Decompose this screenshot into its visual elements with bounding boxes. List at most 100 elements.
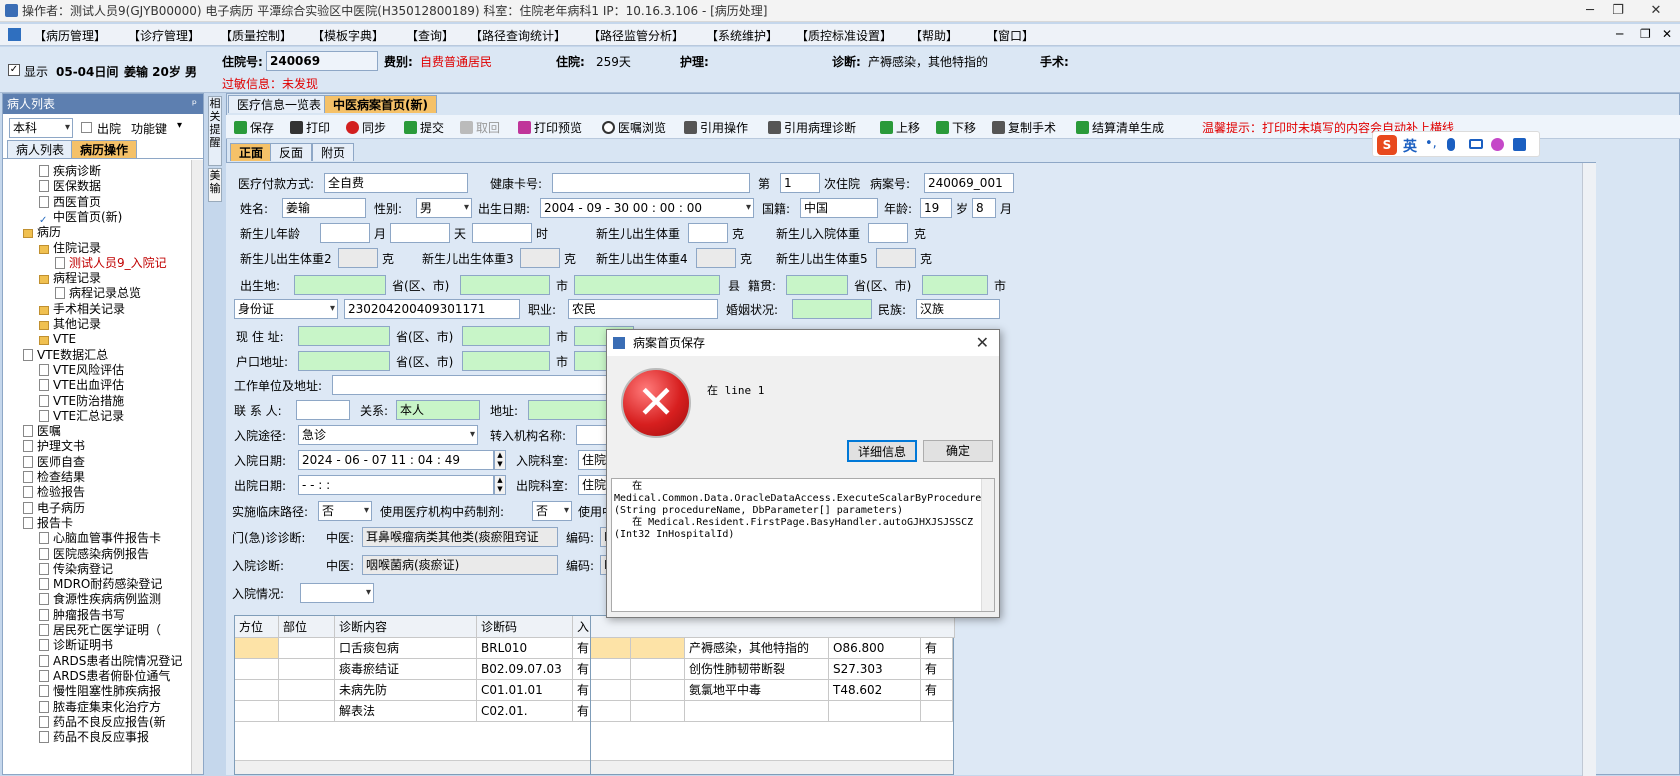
gender-select[interactable]: 男 — [416, 198, 472, 218]
order-browse-button[interactable]: 医嘱浏览 — [602, 119, 666, 136]
grid-right-cell[interactable] — [921, 701, 953, 722]
keyboard-icon[interactable] — [1469, 139, 1483, 149]
grid-left-cell[interactable]: 解表法 — [335, 701, 477, 722]
tab-record-ops[interactable]: 病历操作 — [71, 140, 138, 158]
newborn-age-month-field[interactable] — [320, 223, 370, 243]
age-months-field[interactable]: 8 — [972, 198, 996, 218]
discharge-date-field[interactable]: - - : : — [298, 475, 494, 495]
ok-button[interactable]: 确定 — [923, 440, 993, 462]
pay-method-field[interactable]: 全自费 — [324, 173, 468, 193]
tree-node[interactable]: 疾病诊断 — [39, 164, 101, 179]
tree-node[interactable]: 医师自查 — [23, 455, 85, 470]
submit-button[interactable]: 提交 — [404, 119, 444, 136]
hukou-province-field[interactable] — [298, 351, 390, 371]
skin-icon[interactable] — [1491, 138, 1504, 151]
tree-node[interactable]: 食源性疾病病例监测 — [39, 592, 161, 607]
tree-node[interactable]: 病程记录总览 — [55, 286, 141, 301]
grid-right-cell[interactable] — [685, 701, 829, 722]
tab-appendix[interactable]: 附页 — [312, 143, 355, 161]
retrieve-button[interactable]: 取回 — [460, 119, 500, 136]
birthplace-city-field[interactable] — [460, 275, 550, 295]
grid-right-cell[interactable] — [591, 680, 631, 701]
grid-right-cell[interactable]: 有 — [921, 680, 953, 701]
newborn-weight-field[interactable] — [688, 223, 728, 243]
grid-left-cell[interactable] — [279, 701, 335, 722]
birthplace-county-field[interactable] — [574, 275, 720, 295]
newborn-weight4-field[interactable] — [696, 248, 736, 268]
tab-back[interactable]: 反面 — [270, 143, 313, 161]
tab-medical-overview[interactable]: 医疗信息一览表 — [228, 95, 331, 113]
admit-date-spinner[interactable]: ▲ ▼ — [494, 450, 506, 470]
grid-left-cell[interactable]: 未病先防 — [335, 680, 477, 701]
print-button[interactable]: 打印 — [290, 119, 330, 136]
grid-right-cell[interactable] — [829, 701, 921, 722]
microphone-icon[interactable] — [1447, 138, 1455, 151]
address-province-field[interactable] — [298, 326, 390, 346]
pin-icon[interactable]: ᵖ — [192, 94, 197, 114]
quote-op-button[interactable]: 引用操作 — [684, 119, 748, 136]
tree-node[interactable]: VTE风险评估 — [39, 363, 124, 378]
save-button[interactable]: 保存 — [234, 119, 274, 136]
birthplace-province-field[interactable] — [294, 275, 386, 295]
tree-node[interactable]: 传染病登记 — [39, 562, 113, 577]
tree-node[interactable]: 手术相关记录 — [39, 302, 125, 317]
tree-node[interactable]: 诊断证明书 — [39, 638, 113, 653]
move-down-button[interactable]: 下移 — [936, 119, 976, 136]
grid-right-cell[interactable]: 有 — [921, 638, 953, 659]
detail-info-button[interactable]: 详细信息 — [847, 440, 917, 462]
discharged-checkbox[interactable] — [81, 122, 92, 133]
grid-left-cell[interactable]: B02.09.07.03 — [477, 659, 573, 680]
sogou-logo-icon[interactable]: S — [1377, 135, 1397, 155]
tree-node[interactable]: 病程记录 — [39, 271, 101, 286]
grid-left-cell[interactable] — [279, 638, 335, 659]
tree-node[interactable]: VTE防治措施 — [39, 394, 124, 409]
health-card-field[interactable] — [552, 173, 750, 193]
newborn-in-weight-field[interactable] — [868, 223, 908, 243]
nationality-field[interactable]: 中国 — [800, 198, 878, 218]
tree-node[interactable]: ARDS患者出院情况登记 — [39, 654, 182, 669]
grid-left-cell[interactable] — [235, 701, 279, 722]
newborn-weight3-field[interactable] — [520, 248, 560, 268]
grid-left-hscrollbar[interactable] — [235, 760, 593, 774]
tab-patient-list[interactable]: 病人列表 — [7, 140, 74, 158]
birth-field[interactable]: 2004 - 09 - 30 00 : 00 : 00 — [540, 198, 754, 218]
tree-node[interactable]: 居民死亡医学证明（ — [39, 623, 161, 638]
newborn-age-hour-field[interactable] — [472, 223, 532, 243]
grid-left-cell[interactable]: BRL010 — [477, 638, 573, 659]
quote-pathology-button[interactable]: 引用病理诊断 — [768, 119, 856, 136]
tree-node[interactable]: MDRO耐药感染登记 — [39, 577, 162, 592]
tab-tcm-front-page[interactable]: 中医病案首页(新) — [324, 95, 437, 113]
dialog-close-icon[interactable]: ✕ — [976, 330, 989, 356]
tree-node[interactable]: 药品不良反应报告(新 — [39, 715, 166, 730]
settlement-button[interactable]: 结算清单生成 — [1076, 119, 1164, 136]
mdi-restore-button[interactable]: ❐ — [1640, 27, 1651, 41]
menu-help[interactable]: 【帮助】 — [910, 27, 958, 44]
copy-surgery-button[interactable]: 复制手术 — [992, 119, 1056, 136]
admit-diag-field[interactable]: 咽喉菌病(痰瘀证) — [362, 555, 558, 575]
menu-path-analysis[interactable]: 【路径监管分析】 — [588, 27, 684, 44]
tcm-prep-select[interactable]: 否 — [532, 501, 572, 521]
tree-node[interactable]: 医院感染病例报告 — [39, 547, 149, 562]
newborn-age-day-field[interactable] — [390, 223, 450, 243]
menu-record-mgmt[interactable]: 【病历管理】 — [34, 27, 106, 44]
grid-left-cell[interactable] — [235, 638, 279, 659]
grid-right-cell[interactable] — [591, 638, 631, 659]
tree-node[interactable]: 测试人员9_入院记 — [55, 256, 167, 271]
tree-node[interactable]: ARDS患者俯卧位通气 — [39, 669, 170, 684]
native-province-field[interactable] — [786, 275, 848, 295]
contact-field[interactable] — [296, 400, 350, 420]
grid-right-cell[interactable]: 创伤性肺韧带断裂 — [685, 659, 829, 680]
tree-node[interactable]: VTE — [39, 332, 76, 347]
mdi-close-button[interactable]: ✕ — [1662, 27, 1672, 41]
grid-right-cell[interactable]: 氨氯地平中毒 — [685, 680, 829, 701]
path-select[interactable]: 否 — [318, 501, 372, 521]
grid-right-cell[interactable] — [631, 680, 685, 701]
tree-node[interactable]: 肿瘤报告书写 — [39, 608, 125, 623]
grid-left-cell[interactable] — [279, 659, 335, 680]
grid-left-cell[interactable]: C02.01. — [477, 701, 573, 722]
menu-system-maintenance[interactable]: 【系统维护】 — [706, 27, 778, 44]
grid-left-cell[interactable] — [279, 680, 335, 701]
grid-left-cell[interactable] — [235, 680, 279, 701]
ime-mode-toggle[interactable]: 英 — [1403, 136, 1417, 156]
restore-button[interactable]: ❐ — [1598, 0, 1638, 22]
